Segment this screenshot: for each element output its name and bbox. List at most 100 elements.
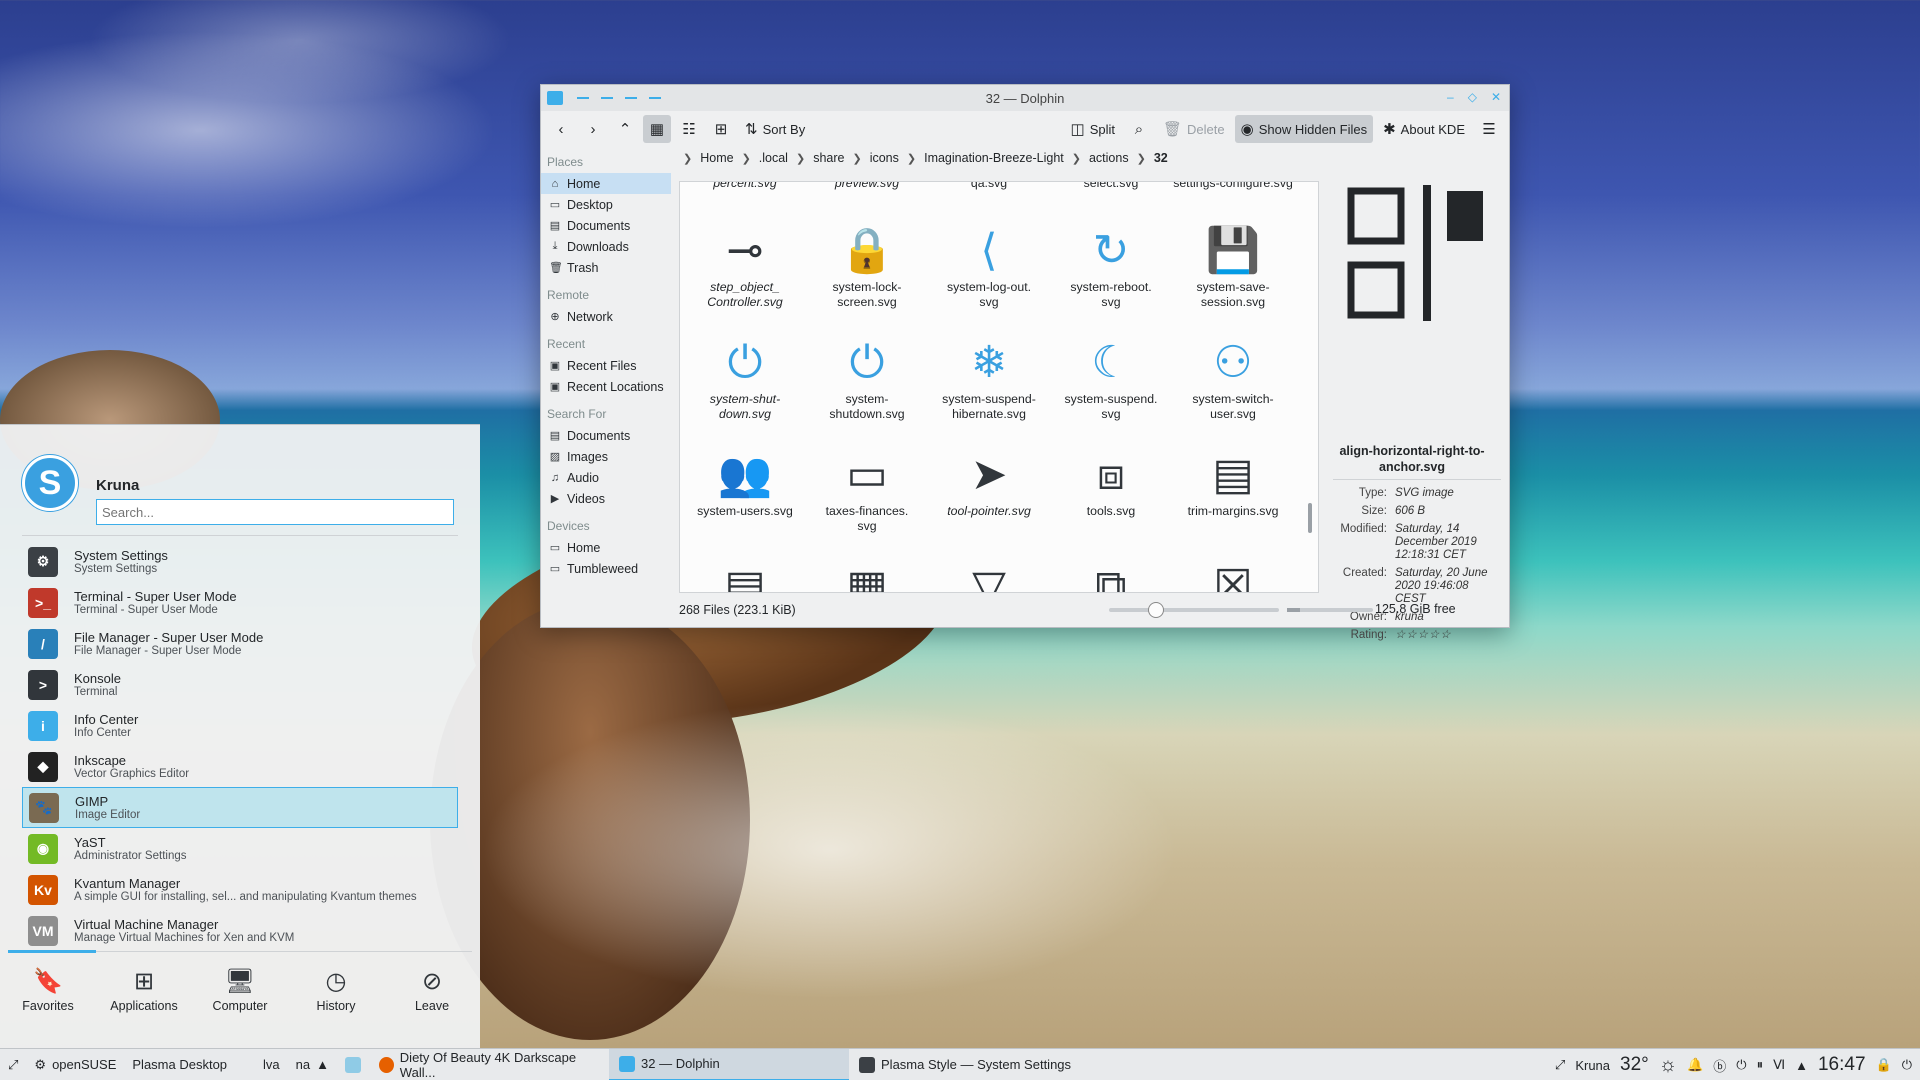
search-videos[interactable]: ▶ Videos — [541, 488, 671, 509]
file-item[interactable]: ☾ system-suspend. svg — [1051, 332, 1171, 422]
file-item[interactable]: percent.svg — [685, 182, 805, 191]
launcher-app-item[interactable]: 🐾 GIMP Image Editor — [22, 787, 458, 828]
file-item[interactable]: ▤ trim-margins.svg — [1173, 444, 1293, 519]
network-icon[interactable]: ⤢ — [1555, 1057, 1565, 1073]
hamburger-menu-button[interactable]: ☰ — [1475, 115, 1503, 143]
place-recent-files[interactable]: ▣ Recent Files — [541, 355, 671, 376]
about-kde-button[interactable]: ✱ About KDE — [1377, 115, 1471, 143]
title-bar[interactable]: 32 — Dolphin – ◇ ✕ — [541, 85, 1509, 111]
launcher-app-item[interactable]: >_ Terminal - Super User Mode Terminal - S… — [22, 582, 458, 623]
weather-temperature[interactable]: 32° — [1620, 1054, 1649, 1076]
file-item[interactable]: ⊸ step_object_ Controller.svg — [685, 220, 805, 310]
tab-favorites[interactable]: 🔖 Favorites — [3, 965, 93, 1035]
place-home[interactable]: ⌂ Home — [541, 173, 671, 194]
up-button[interactable]: ⌃ — [611, 115, 639, 143]
place-downloads[interactable]: ⤓ Downloads — [541, 236, 671, 257]
back-button[interactable]: ‹ — [547, 115, 575, 143]
launcher-app-item[interactable]: VM Virtual Machine Manager Manage Virtual … — [22, 910, 458, 951]
show-hidden-files-button[interactable]: ◉ Show Hidden Files — [1234, 115, 1374, 143]
launcher-app-item[interactable]: i Info Center Info Center — [22, 705, 458, 746]
media-icon[interactable]: ⏻ — [1736, 1057, 1746, 1073]
sort-by-button[interactable]: ⇅ Sort By — [739, 115, 811, 143]
keyboard-layout-1[interactable]: lva — [255, 1049, 288, 1080]
icons-view-button[interactable]: ▦ — [643, 115, 671, 143]
pause-icon[interactable]: ⏸ — [1757, 1057, 1764, 1073]
rating-stars[interactable]: ☆☆☆☆☆ — [1395, 629, 1495, 642]
clock[interactable]: 16:47 — [1818, 1054, 1866, 1076]
breadcrumb-home[interactable]: Home — [700, 151, 733, 165]
task-system-settings[interactable]: Plasma Style — System Settings — [849, 1049, 1129, 1080]
device-home[interactable]: ▭ Home — [541, 537, 671, 558]
breadcrumb-local[interactable]: .local — [759, 151, 788, 165]
tab-applications[interactable]: ⊞ Applications — [99, 965, 189, 1035]
place-desktop[interactable]: ▭ Desktop — [541, 194, 671, 215]
minimize-icon[interactable]: – — [1447, 90, 1454, 104]
launcher-app-item[interactable]: / File Manager - Super User Mode File Mana… — [22, 623, 458, 664]
file-item[interactable]: 🔒 system-lock- screen.svg — [807, 220, 927, 310]
tab-computer[interactable]: 🖥 Computer — [195, 965, 285, 1035]
file-view[interactable]: percent.svg preview.svg qa.svg select.sv… — [679, 181, 1319, 593]
search-images[interactable]: ▨ Images — [541, 446, 671, 467]
notifications-icon[interactable]: 🔔 — [1687, 1057, 1703, 1073]
file-item[interactable]: ⧈ tools.svg — [1051, 444, 1171, 519]
power-icon[interactable]: ⏻ — [1902, 1057, 1912, 1073]
keyboard-layout-2[interactable]: na ▲ — [288, 1049, 337, 1080]
place-network[interactable]: ⊕ Network — [541, 306, 671, 327]
launcher-app-item[interactable]: ◆ Inkscape Vector Graphics Editor — [22, 746, 458, 787]
file-item[interactable]: ▽ — [929, 556, 1049, 592]
details-view-button[interactable]: ⊞ — [707, 115, 735, 143]
file-item[interactable]: ☒ — [1173, 556, 1293, 592]
caret-up-icon[interactable]: ▲ — [1795, 1058, 1808, 1073]
delete-button[interactable]: 🗑 Delete — [1157, 115, 1231, 143]
desktop-label[interactable]: Plasma Desktop — [124, 1049, 235, 1080]
forward-button[interactable]: › — [579, 115, 607, 143]
vm-tray-icon[interactable]: Ⅵ — [1773, 1057, 1785, 1073]
search-documents[interactable]: ▤ Documents — [541, 425, 671, 446]
maximize-icon[interactable]: ◇ — [1468, 90, 1477, 104]
file-item[interactable]: ▭ taxes-finances. svg — [807, 444, 927, 534]
bluetooth-icon[interactable]: ⓑ — [1713, 1056, 1726, 1075]
file-item[interactable]: preview.svg — [807, 182, 927, 191]
file-item[interactable]: 👥 system-users.svg — [685, 444, 805, 519]
breadcrumb-theme[interactable]: Imagination-Breeze-Light — [924, 151, 1064, 165]
file-item[interactable]: ➤ tool-pointer.svg — [929, 444, 1049, 519]
scrollbar-thumb[interactable] — [1308, 503, 1312, 533]
tab-leave[interactable]: ⊘ Leave — [387, 965, 477, 1035]
launcher-app-item[interactable]: Kv Kvantum Manager A simple GUI for instal… — [22, 869, 458, 910]
compact-view-button[interactable]: ☷ — [675, 115, 703, 143]
pager[interactable] — [337, 1049, 369, 1080]
file-item[interactable]: 💾 system-save- session.svg — [1173, 220, 1293, 310]
launcher-app-item[interactable]: ⚙ System Settings System Settings — [22, 541, 458, 582]
breadcrumb-icons[interactable]: icons — [870, 151, 899, 165]
file-item[interactable]: settings-configure.svg — [1173, 182, 1293, 191]
task-firefox[interactable]: Diety Of Beauty 4K Darkscape Wall... — [369, 1049, 609, 1080]
tab-history[interactable]: ◷ History — [291, 965, 381, 1035]
file-item[interactable]: select.svg — [1051, 182, 1171, 191]
task-dolphin[interactable]: 32 — Dolphin — [609, 1048, 850, 1080]
file-item[interactable]: ⏻ system- shutdown.svg — [807, 332, 927, 422]
close-icon[interactable]: ✕ — [1491, 90, 1501, 104]
tray-user[interactable]: Kruna — [1575, 1058, 1610, 1073]
search-audio[interactable]: ♫ Audio — [541, 467, 671, 488]
place-recent-locations[interactable]: ▣ Recent Locations — [541, 376, 671, 397]
launcher-search-input[interactable] — [96, 499, 454, 525]
file-item[interactable]: ⧉ — [1051, 556, 1171, 592]
breadcrumb-current[interactable]: 32 — [1154, 151, 1168, 165]
activity-switcher[interactable]: ⚙ openSUSE — [26, 1049, 124, 1080]
file-item[interactable]: ↻ system-reboot. svg — [1051, 220, 1171, 310]
file-item[interactable]: qa.svg — [929, 182, 1049, 191]
weather-icon[interactable]: ☼ — [1659, 1054, 1677, 1077]
device-tumbleweed[interactable]: ▭ Tumbleweed — [541, 558, 671, 579]
launcher-app-item[interactable]: > Konsole Terminal — [22, 664, 458, 705]
file-item[interactable]: ⚇ system-switch- user.svg — [1173, 332, 1293, 422]
file-item[interactable]: ▤ — [685, 556, 805, 592]
zoom-slider[interactable] — [1109, 602, 1279, 618]
breadcrumb-share[interactable]: share — [813, 151, 844, 165]
launcher-button[interactable]: ⤢ — [0, 1049, 26, 1080]
zoom-slider-handle[interactable] — [1147, 602, 1164, 618]
lock-icon[interactable]: 🔒 — [1876, 1057, 1892, 1073]
file-item[interactable]: ⏻ system-shut- down.svg — [685, 332, 805, 422]
breadcrumb-actions[interactable]: actions — [1089, 151, 1129, 165]
file-item[interactable]: ❄ system-suspend- hibernate.svg — [929, 332, 1049, 422]
place-documents[interactable]: ▤ Documents — [541, 215, 671, 236]
